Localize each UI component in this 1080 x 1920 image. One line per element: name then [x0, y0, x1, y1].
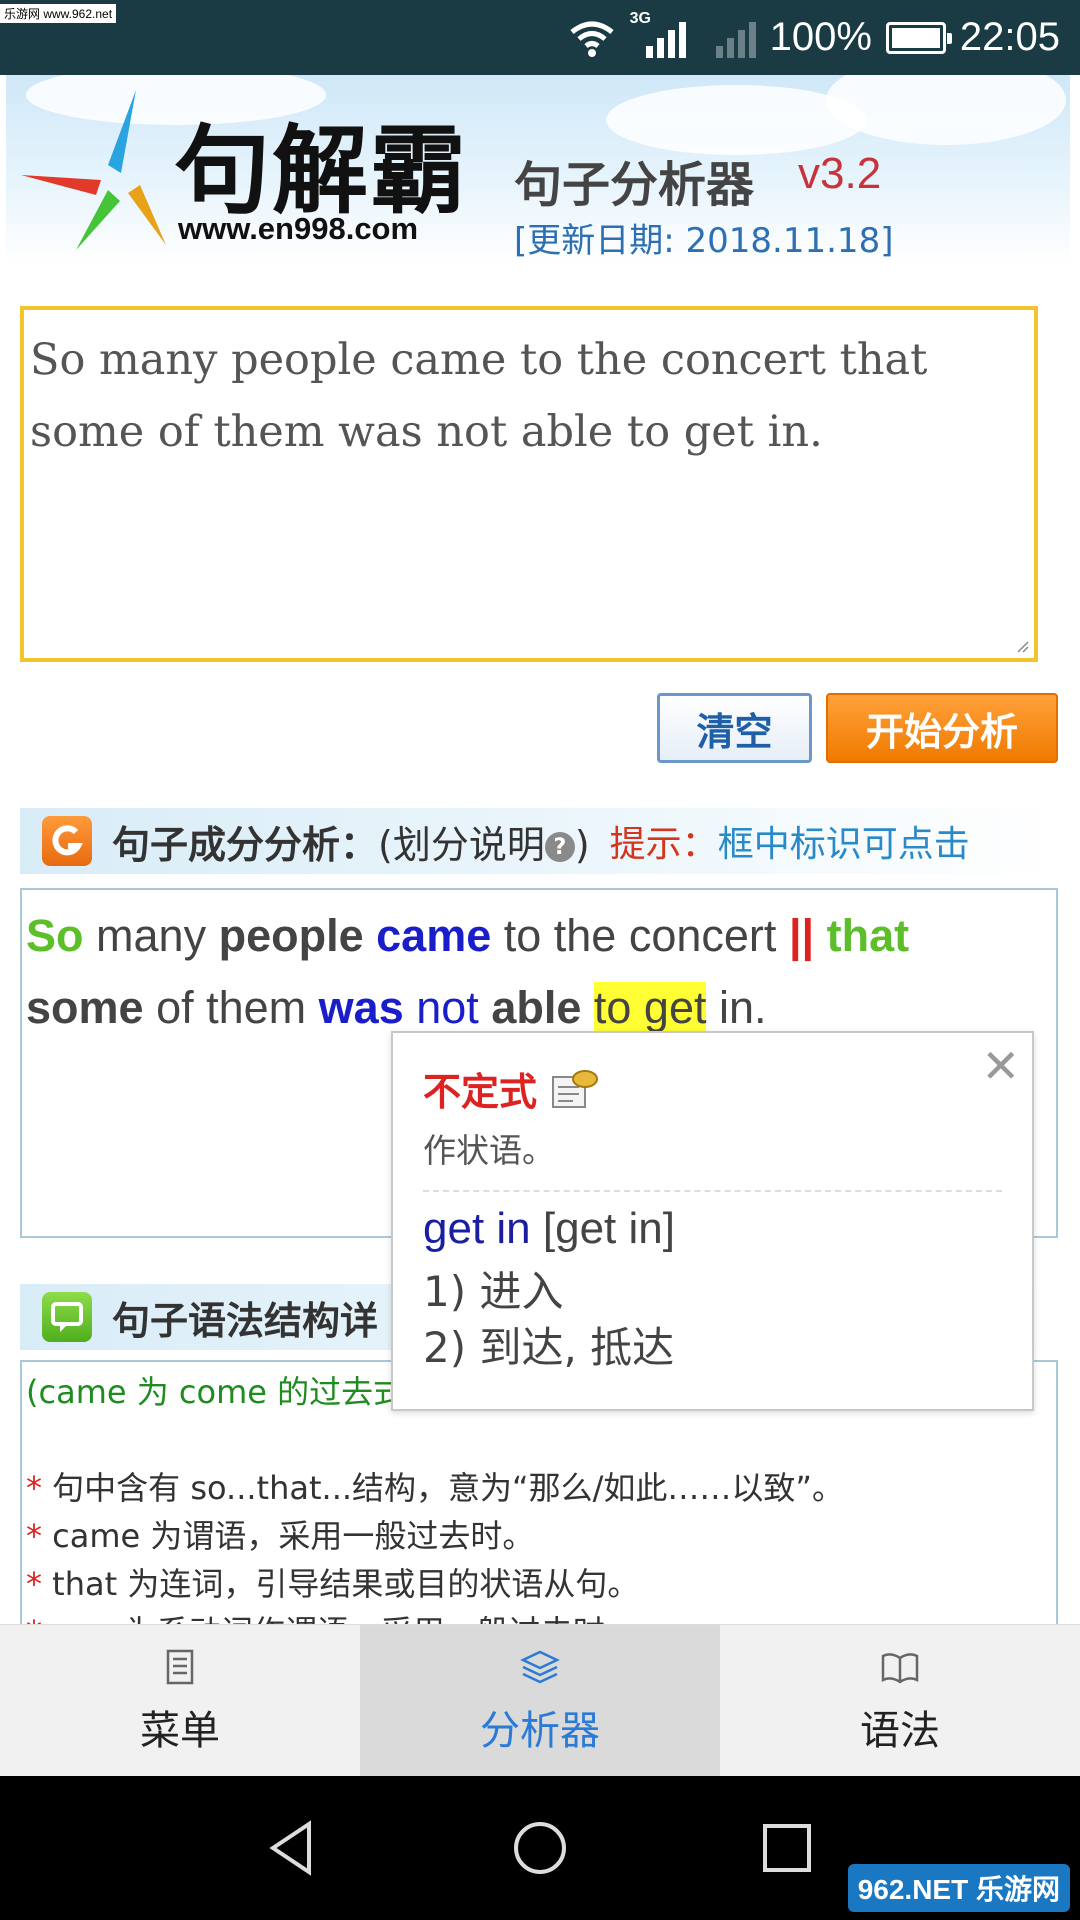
clause-separator: || — [788, 910, 815, 961]
help-icon[interactable]: ? — [544, 832, 575, 862]
grammar-item: * that 为连词，引导结果或目的状语从句。 — [26, 1565, 640, 1603]
bottom-tab-bar: 菜单 分析器 语法 — [0, 1624, 1080, 1776]
home-icon[interactable] — [508, 1816, 572, 1880]
book-icon — [881, 1652, 919, 1684]
status-bar: 乐游网 www.962.net 3G 100% 22:05 — [0, 0, 1080, 75]
word-not: not — [416, 982, 479, 1033]
tab-menu[interactable]: 菜单 — [0, 1625, 360, 1776]
word-some[interactable]: some — [26, 982, 144, 1033]
list-icon — [166, 1649, 194, 1684]
popup-meaning: 1) 进入 — [423, 1267, 564, 1316]
word-came[interactable]: came — [376, 910, 491, 961]
word-so[interactable]: So — [26, 910, 84, 961]
word-of-them: of them — [156, 982, 307, 1033]
tab-label: 分析器 — [480, 1707, 600, 1754]
popup-phrase: get in — [423, 1204, 531, 1253]
header-banner: 句解霸 www.en998.com 句子分析器 v3.2 [更新日期: 2018… — [6, 75, 1070, 265]
analysis-section-header: 句子成分分析： (划分说明?) 提示： 框中标识可点击 — [20, 808, 1058, 874]
app-version: v3.2 — [798, 149, 882, 198]
word-to-the-concert: to the concert — [503, 910, 777, 961]
signal-sim2-icon — [700, 14, 756, 62]
analysis-section-title: 句子成分分析： — [112, 822, 379, 867]
signal-3g-icon: 3G — [630, 10, 686, 62]
popup-meaning: 2) 到达, 抵达 — [423, 1323, 675, 1372]
clock: 22:05 — [959, 15, 1060, 59]
sentence-input[interactable]: So many people came to the concert that … — [20, 306, 1038, 662]
recents-icon[interactable] — [755, 1816, 819, 1880]
resize-grip-icon[interactable] — [1014, 638, 1030, 654]
word-detail-popup: ✕ 不定式 作状语。 get in [get in] 1) 进入 2) 到达, … — [391, 1031, 1034, 1411]
hint-text: 框中标识可点击 — [717, 824, 970, 865]
clear-button[interactable]: 清空 — [657, 693, 812, 763]
grammar-item: * 句中含有 so...that...结构，意为“那么/如此……以致”。 — [26, 1469, 844, 1507]
word-people[interactable]: people — [219, 910, 364, 961]
popup-role: 作状语。 — [423, 1131, 555, 1170]
site-url: www.en998.com — [178, 211, 419, 246]
division-note-link[interactable]: (划分说明?) — [378, 814, 590, 869]
tab-label: 菜单 — [140, 1707, 220, 1754]
word-to-get[interactable]: to get — [593, 982, 707, 1036]
watermark: 乐游网 www.962.net — [0, 4, 117, 23]
word-in: in. — [719, 982, 767, 1033]
update-date: [更新日期: 2018.11.18] — [514, 221, 894, 261]
word-that[interactable]: that — [827, 910, 910, 961]
word-was[interactable]: was — [319, 982, 404, 1033]
wifi-icon — [570, 21, 614, 57]
back-icon[interactable] — [261, 1816, 325, 1880]
battery-icon — [885, 21, 952, 54]
popup-pronunciation: [get in] — [542, 1204, 675, 1253]
grammar-item: * came 为谓语，采用一般过去时。 — [26, 1517, 535, 1555]
system-nav-bar: 962.NET 乐游网 — [0, 1776, 1080, 1920]
grammar-section-title: 句子语法结构详 — [112, 1298, 379, 1343]
watermark: 962.NET 乐游网 — [847, 1864, 1070, 1912]
hint-label: 提示： — [609, 824, 718, 865]
analysis-section-icon — [42, 816, 92, 866]
app-subtitle: 句子分析器 — [514, 157, 755, 213]
battery-percent: 100% — [769, 15, 872, 59]
grammar-item: * was 为系动词作谓语，采用一般过去时。 — [26, 1608, 1052, 1624]
popup-type: 不定式 — [423, 1070, 538, 1114]
start-analysis-button[interactable]: 开始分析 — [826, 693, 1058, 763]
note-icon[interactable] — [549, 1067, 599, 1111]
word-able[interactable]: able — [491, 982, 581, 1033]
tab-label: 语法 — [860, 1707, 940, 1754]
tab-grammar[interactable]: 语法 — [720, 1625, 1080, 1776]
tab-analyzer[interactable]: 分析器 — [360, 1625, 720, 1776]
close-icon[interactable]: ✕ — [981, 1039, 1020, 1093]
word-many: many — [96, 910, 207, 961]
grammar-section-icon — [42, 1292, 92, 1342]
layers-icon — [520, 1650, 560, 1683]
